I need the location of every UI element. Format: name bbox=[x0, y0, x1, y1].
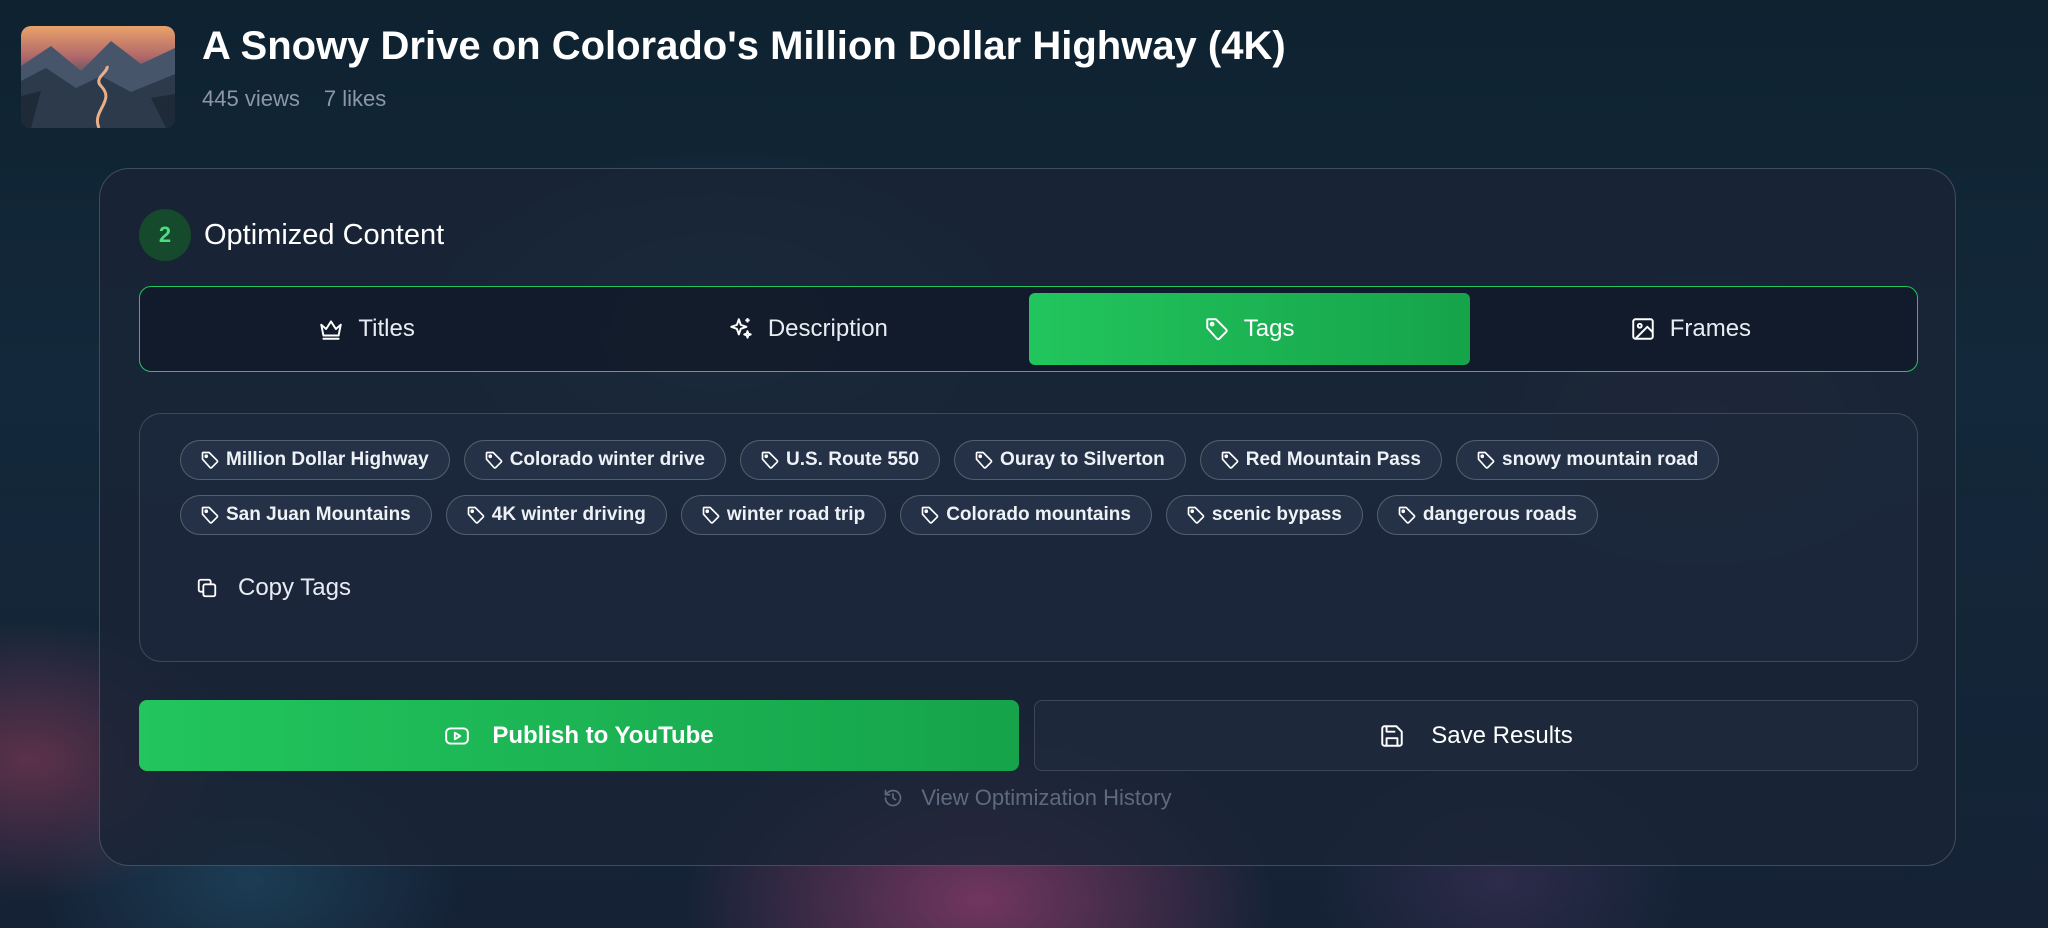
tag-icon bbox=[201, 506, 219, 524]
video-title: A Snowy Drive on Colorado's Million Doll… bbox=[202, 24, 1286, 68]
tag-icon bbox=[1221, 451, 1239, 469]
tag-label: Red Mountain Pass bbox=[1245, 449, 1421, 470]
tab-frames[interactable]: Frames bbox=[1470, 293, 1911, 365]
tab-label: Frames bbox=[1669, 315, 1752, 342]
tag-chip[interactable]: Million Dollar Highway bbox=[180, 440, 450, 480]
tab-label: Titles bbox=[358, 315, 415, 342]
tag-chip[interactable]: snowy mountain road bbox=[1456, 440, 1720, 480]
views-count: 445 views bbox=[202, 86, 300, 111]
tag-label: snowy mountain road bbox=[1502, 449, 1699, 470]
section-header: 2 Optimized Content bbox=[139, 209, 444, 261]
tag-chip[interactable]: Colorado winter drive bbox=[463, 440, 726, 480]
tag-chip[interactable]: San Juan Mountains bbox=[180, 495, 432, 535]
tag-icon bbox=[761, 451, 779, 469]
tag-icon bbox=[1206, 318, 1228, 341]
sparkles-icon bbox=[730, 318, 752, 339]
tag-chip[interactable]: U.S. Route 550 bbox=[740, 440, 941, 480]
tag-chip[interactable]: winter road trip bbox=[680, 495, 887, 535]
tag-icon bbox=[1477, 451, 1495, 469]
history-icon bbox=[885, 789, 902, 807]
tag-label: San Juan Mountains bbox=[226, 504, 411, 525]
tags-panel: Million Dollar Highway Colorado winter d… bbox=[139, 413, 1918, 662]
tab-description[interactable]: Description bbox=[587, 293, 1028, 365]
tag-chip[interactable]: Red Mountain Pass bbox=[1199, 440, 1442, 480]
tab-label: Tags bbox=[1243, 315, 1295, 342]
tag-label: 4K winter driving bbox=[491, 504, 646, 525]
tag-row: Million Dollar Highway Colorado winter d… bbox=[180, 440, 1720, 480]
tag-icon bbox=[975, 451, 993, 469]
youtube-icon bbox=[445, 726, 470, 745]
tab-titles[interactable]: Titles bbox=[146, 293, 587, 365]
copy-icon bbox=[197, 578, 217, 598]
tag-label: scenic bypass bbox=[1211, 504, 1342, 525]
tag-label: Colorado winter drive bbox=[509, 449, 705, 470]
crown-icon bbox=[320, 320, 343, 340]
video-stats: 445 views 7 likes bbox=[202, 86, 386, 112]
section-title: Optimized Content bbox=[204, 218, 445, 251]
tag-label: winter road trip bbox=[726, 504, 866, 525]
save-icon bbox=[1381, 724, 1404, 747]
tag-icon bbox=[1187, 506, 1205, 524]
tab-label: Description bbox=[767, 315, 888, 342]
tag-chip[interactable]: 4K winter driving bbox=[445, 495, 667, 535]
image-icon bbox=[1631, 318, 1654, 340]
copy-tags-label: Copy Tags bbox=[238, 574, 351, 601]
tag-icon bbox=[921, 506, 939, 524]
tag-label: Million Dollar Highway bbox=[226, 449, 429, 470]
tag-chip[interactable]: dangerous roads bbox=[1376, 495, 1598, 535]
history-label: View Optimization History bbox=[921, 785, 1172, 810]
tag-label: Ouray to Silverton bbox=[1000, 449, 1165, 470]
step-badge: 2 bbox=[139, 209, 191, 261]
content-tabs: Titles Description Tags Frames bbox=[139, 286, 1918, 372]
video-thumbnail bbox=[21, 26, 175, 128]
save-results-button[interactable]: Save Results bbox=[1034, 700, 1918, 771]
tag-label: U.S. Route 550 bbox=[786, 449, 920, 470]
tag-row: San Juan Mountains 4K winter driving win… bbox=[180, 495, 1598, 535]
tag-icon bbox=[467, 506, 485, 524]
save-label: Save Results bbox=[1431, 721, 1573, 749]
tag-chip[interactable]: scenic bypass bbox=[1165, 495, 1363, 535]
view-optimization-history-link[interactable]: View Optimization History bbox=[100, 785, 1955, 811]
tag-icon bbox=[1398, 506, 1416, 524]
likes-count: 7 likes bbox=[323, 86, 387, 111]
tag-chip[interactable]: Colorado mountains bbox=[900, 495, 1152, 535]
tag-icon bbox=[702, 506, 720, 524]
optimized-content-card: 2 Optimized Content Titles Description T… bbox=[99, 168, 1956, 866]
publish-label: Publish to YouTube bbox=[492, 721, 714, 749]
tag-chip[interactable]: Ouray to Silverton bbox=[954, 440, 1186, 480]
tag-label: Colorado mountains bbox=[946, 504, 1131, 525]
tab-tags[interactable]: Tags bbox=[1028, 293, 1470, 365]
tag-icon bbox=[201, 451, 219, 469]
tag-icon bbox=[485, 451, 502, 469]
tag-label: dangerous roads bbox=[1422, 504, 1577, 525]
publish-to-youtube-button[interactable]: Publish to YouTube bbox=[139, 700, 1019, 771]
copy-tags-button[interactable]: Copy Tags bbox=[196, 574, 351, 602]
